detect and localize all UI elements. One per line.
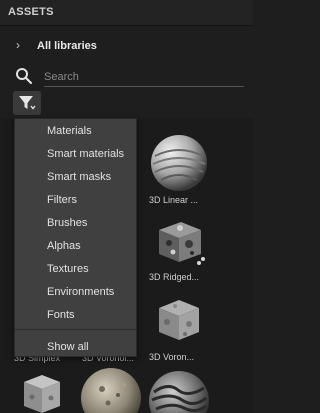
chevron-right-icon[interactable]: › [16, 38, 20, 52]
menu-item-textures[interactable]: Textures [47, 263, 89, 275]
menu-item-show-all[interactable]: Show all [47, 341, 89, 353]
asset-caption: 3D Linear ... [149, 195, 199, 205]
filter-icon [19, 96, 36, 110]
panel-title: ASSETS [8, 6, 54, 18]
filter-dropdown-menu: Materials Smart materials Smart masks Fi… [14, 118, 137, 357]
asset-tile[interactable]: 3D Voron... [149, 294, 213, 364]
cube-thumbnail [159, 222, 205, 265]
asset-tile[interactable]: 3D Linear ... [149, 134, 209, 209]
all-libraries-row[interactable]: › All libraries [0, 36, 253, 58]
menu-item-fonts[interactable]: Fonts [47, 309, 75, 321]
menu-item-alphas[interactable]: Alphas [47, 240, 81, 252]
asset-caption: 3D Ridged... [149, 272, 200, 282]
asset-tile[interactable]: 3D Ridged... [149, 218, 209, 284]
libraries-label: All libraries [37, 40, 97, 52]
menu-item-filters[interactable]: Filters [47, 194, 77, 206]
search-bar [0, 64, 253, 88]
sphere-thumbnail [151, 135, 207, 191]
asset-caption: 3D Voron... [149, 352, 195, 362]
assets-panel-header: ASSETS [0, 0, 253, 26]
search-input[interactable] [44, 67, 244, 87]
cube-thumbnail[interactable] [18, 372, 66, 413]
sphere-thumbnail[interactable] [80, 365, 142, 413]
menu-item-smart-materials[interactable]: Smart materials [47, 148, 124, 160]
menu-item-brushes[interactable]: Brushes [47, 217, 87, 229]
filter-button[interactable] [13, 91, 41, 115]
cube-thumbnail [159, 300, 199, 340]
search-icon [16, 68, 33, 85]
sphere-thumbnail[interactable] [148, 368, 210, 413]
menu-divider [15, 329, 136, 330]
menu-item-materials[interactable]: Materials [47, 125, 92, 137]
menu-item-environments[interactable]: Environments [47, 286, 114, 298]
menu-item-smart-masks[interactable]: Smart masks [47, 171, 111, 183]
